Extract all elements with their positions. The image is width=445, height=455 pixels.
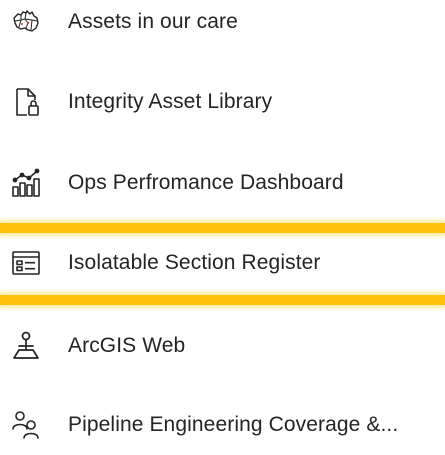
form-list-icon: [10, 247, 42, 279]
people-team-icon: [10, 409, 42, 441]
menu-item-label: Isolatable Section Register: [68, 251, 321, 274]
bar-chart-trend-icon: [10, 167, 42, 199]
menu-item-label: Integrity Asset Library: [68, 90, 273, 113]
menu-item-label: Assets in our care: [68, 10, 238, 33]
selection-highlight-bottom: [0, 295, 445, 305]
menu-item-label: ArcGIS Web: [68, 334, 186, 357]
menu-item-label: Ops Perfromance Dashboard: [68, 171, 344, 194]
navigation-menu: Assets in our care Integrity Asset Libra…: [0, 0, 445, 442]
menu-item-assets-in-our-care[interactable]: Assets in our care: [0, 0, 445, 52]
menu-item-arcgis-web[interactable]: ArcGIS Web: [0, 316, 445, 376]
menu-item-integrity-asset-library[interactable]: Integrity Asset Library: [0, 72, 445, 132]
menu-item-label: Pipeline Engineering Coverage &...: [68, 413, 399, 436]
australia-map-icon: [10, 6, 42, 38]
menu-item-pipeline-engineering-coverage[interactable]: Pipeline Engineering Coverage &...: [0, 395, 445, 455]
map-pin-location-icon: [10, 330, 42, 362]
document-lock-icon: [10, 86, 42, 118]
menu-item-isolatable-section-register[interactable]: Isolatable Section Register: [0, 233, 445, 293]
selection-highlight-top: [0, 223, 445, 233]
menu-item-ops-perfromance-dashboard[interactable]: Ops Perfromance Dashboard: [0, 153, 445, 213]
